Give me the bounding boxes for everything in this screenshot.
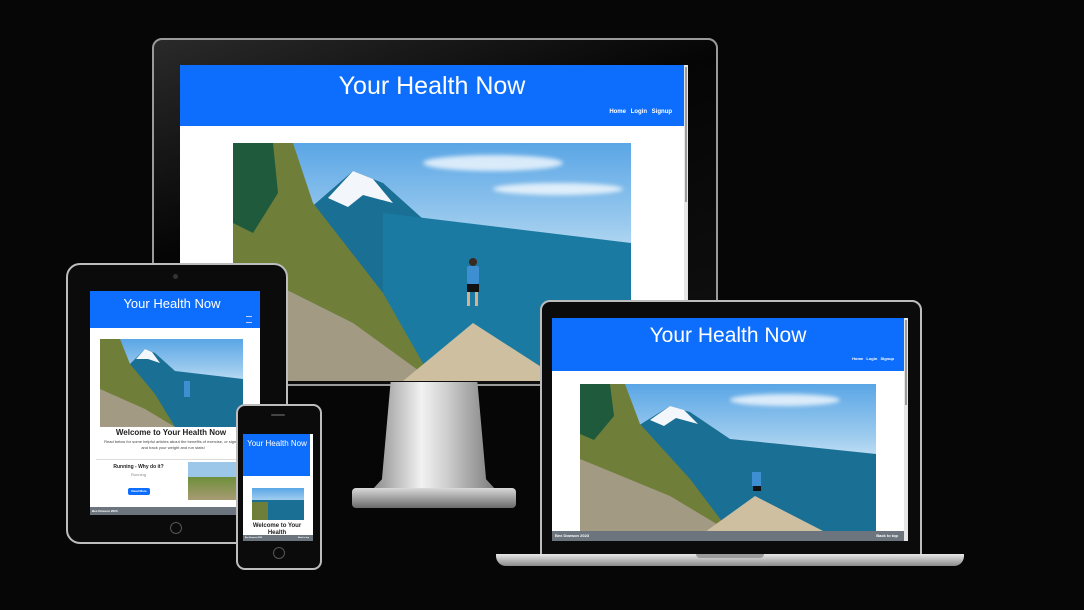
welcome-heading: Welcome to Your Health Now (115, 428, 227, 437)
article-image (188, 462, 240, 500)
tablet-header: Your Health Now (90, 291, 260, 328)
menu-icon[interactable] (246, 316, 252, 323)
nav-login[interactable]: Login (631, 109, 647, 115)
laptop-header: Your Health Now Home Login Signup (552, 318, 904, 371)
site-title[interactable]: Your Health Now (552, 324, 904, 348)
phone-header: Your Health Now (243, 434, 310, 476)
intro-text: Read below for some helpful articles abo… (104, 439, 242, 450)
article-card: Running - Why do it? Running Read More (96, 459, 246, 502)
hero-image (580, 384, 876, 532)
site-title[interactable]: Your Health Now (247, 439, 307, 449)
nav-bar: Home Login Signup (852, 356, 894, 361)
tablet-footer: Bex Dowson 2023 (90, 507, 260, 515)
footer-copyright: Bex Dowson 2023 (92, 509, 118, 513)
hero-image (100, 339, 243, 427)
site-title[interactable]: Your Health Now (180, 72, 684, 101)
phone-footer: Bex Dowson 2023 Back to top (243, 535, 313, 541)
monitor-stand (372, 382, 496, 490)
phone-speaker (271, 414, 285, 416)
nav-home[interactable]: Home (609, 109, 626, 115)
phone-home-button[interactable] (273, 547, 285, 559)
nav-signup[interactable]: Signup (652, 109, 672, 115)
nav-signup[interactable]: Signup (880, 356, 894, 361)
nav-home[interactable]: Home (852, 356, 863, 361)
article-title: Running - Why do it? (113, 464, 164, 470)
phone-screen: Your Health Now Welcome to Your Health B… (243, 434, 313, 541)
tablet-camera (173, 274, 178, 279)
site-title[interactable]: Your Health Now (90, 296, 254, 311)
nav-login[interactable]: Login (866, 356, 877, 361)
laptop-footer: Bex Dowson 2023 Back to top (552, 531, 904, 541)
desktop-header: Your Health Now Home Login Signup (180, 65, 684, 126)
back-to-top-link[interactable]: Back to top (876, 531, 898, 541)
hero-image (252, 488, 304, 520)
laptop-base (496, 554, 964, 566)
laptop-screen: Your Health Now Home Login Signup Bex Do… (552, 318, 908, 541)
tablet-home-button[interactable] (170, 522, 182, 534)
scrollbar[interactable] (904, 318, 908, 541)
read-more-button[interactable]: Read More (128, 488, 150, 495)
tablet-screen: Your Health Now Welcome to Your Health N… (90, 291, 260, 515)
article-subtitle: Running (131, 472, 146, 477)
footer-copyright: Bex Dowson 2023 (555, 533, 590, 538)
monitor-base (352, 488, 516, 508)
footer-copyright: Bex Dowson 2023 (245, 537, 263, 539)
back-to-top-link[interactable]: Back to top (298, 535, 309, 541)
nav-bar: Home Login Signup (609, 109, 672, 115)
laptop: Your Health Now Home Login Signup Bex Do… (540, 300, 922, 556)
phone: Your Health Now Welcome to Your Health B… (236, 404, 322, 570)
